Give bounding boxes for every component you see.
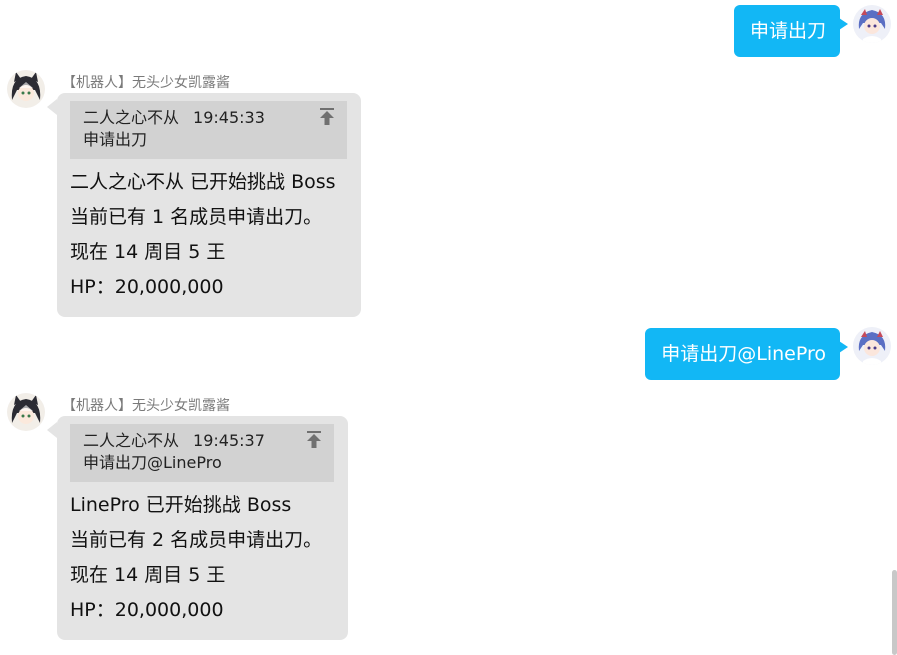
bot-avatar-icon[interactable] <box>7 70 45 108</box>
outgoing-message[interactable]: 申请出刀@LinePro <box>645 328 848 380</box>
jump-to-top-icon[interactable] <box>319 108 335 126</box>
jump-to-top-icon[interactable] <box>306 431 322 449</box>
message-line: 当前已有 2 名成员申请出刀。 <box>70 529 323 551</box>
message-line: 二人之心不从 已开始挑战 Boss <box>70 171 336 193</box>
incoming-message[interactable]: 二人之心不从 19:45:37 申请出刀@LinePro LinePro 已开始挑… <box>47 416 348 640</box>
user-avatar-icon[interactable] <box>853 327 891 365</box>
sender-name: 【机器人】无头少女凯露酱 <box>62 398 230 414</box>
reply-author: 二人之心不从 <box>83 108 180 127</box>
message-line: LinePro 已开始挑战 Boss <box>70 494 292 516</box>
reply-author: 二人之心不从 <box>83 431 180 450</box>
sender-name: 【机器人】无头少女凯露酱 <box>62 75 230 91</box>
reply-time: 19:45:37 <box>193 431 265 450</box>
chat-window: 申请出刀 【机器人】无头少女凯露酱 二人之心不从 19:45:33 申请出刀 二… <box>0 0 897 655</box>
message-text: 申请出刀 <box>749 20 826 42</box>
incoming-message[interactable]: 二人之心不从 19:45:33 申请出刀 二人之心不从 已开始挑战 Boss 当前… <box>47 93 361 317</box>
outgoing-message[interactable]: 申请出刀 <box>733 5 849 57</box>
message-line: HP：20,000,000 <box>70 599 224 621</box>
message-line: 现在 14 周目 5 王 <box>70 564 226 586</box>
message-text: 申请出刀@LinePro <box>661 343 826 365</box>
bot-avatar-icon[interactable] <box>7 393 45 431</box>
reply-text: 申请出刀@LinePro <box>83 453 222 472</box>
reply-text: 申请出刀 <box>83 130 148 149</box>
reply-time: 19:45:33 <box>193 108 265 127</box>
reply-quote[interactable]: 二人之心不从 19:45:37 申请出刀@LinePro <box>70 424 334 482</box>
reply-quote[interactable]: 二人之心不从 19:45:33 申请出刀 <box>70 101 347 159</box>
user-avatar-icon[interactable] <box>853 5 891 43</box>
message-line: HP：20,000,000 <box>70 276 224 298</box>
scrollbar[interactable] <box>892 570 897 655</box>
message-line: 现在 14 周目 5 王 <box>70 241 226 263</box>
message-line: 当前已有 1 名成员申请出刀。 <box>70 206 323 228</box>
